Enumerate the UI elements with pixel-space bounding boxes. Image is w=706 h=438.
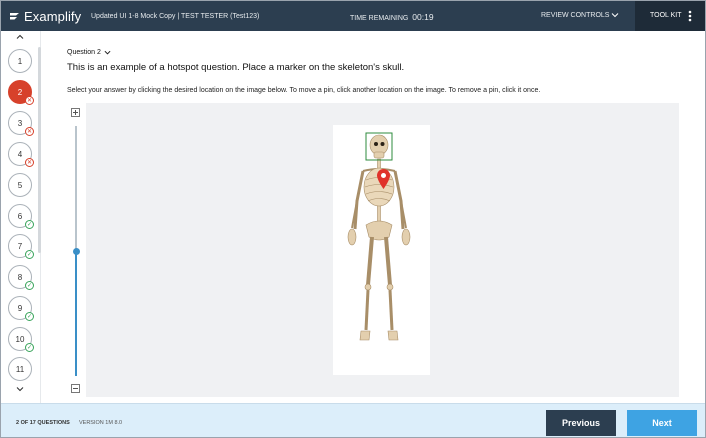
question-nav-item[interactable]: 10 ✓ bbox=[8, 327, 34, 352]
next-button[interactable]: Next bbox=[627, 410, 697, 436]
footer-bar: 2 OF 17 QUESTIONS VERSION 1M 8.0 Previou… bbox=[1, 403, 705, 437]
question-number: 4 bbox=[17, 149, 23, 159]
zoom-slider-handle[interactable] bbox=[73, 248, 80, 255]
logo: Examplify bbox=[1, 9, 87, 24]
question-prompt: This is an example of a hotspot question… bbox=[67, 62, 405, 73]
question-nav-item-current[interactable]: 2 ✕ bbox=[8, 80, 34, 105]
question-number: 2 bbox=[17, 87, 23, 97]
app-frame: Examplify Updated UI 1-8 Mock Copy | TES… bbox=[0, 0, 706, 438]
incorrect-icon: ✕ bbox=[25, 127, 34, 136]
question-number: 11 bbox=[15, 364, 25, 374]
answered-check-icon: ✓ bbox=[25, 250, 34, 259]
time-remaining: TIME REMAINING 00:19 bbox=[350, 12, 434, 22]
answered-check-icon: ✓ bbox=[25, 220, 34, 229]
zoom-in-icon[interactable] bbox=[71, 108, 80, 117]
question-number: 10 bbox=[15, 334, 25, 344]
question-number-label: Question 2 bbox=[67, 49, 101, 56]
question-number: 3 bbox=[17, 118, 23, 128]
time-remaining-label: TIME REMAINING bbox=[350, 15, 409, 22]
chevron-down-icon[interactable] bbox=[16, 385, 24, 393]
question-number: 8 bbox=[17, 272, 23, 282]
question-number: 6 bbox=[17, 211, 23, 221]
answered-check-icon: ✓ bbox=[25, 281, 34, 290]
examplify-logo-icon bbox=[10, 12, 19, 19]
answered-check-icon: ✓ bbox=[25, 312, 34, 321]
top-bar: Examplify Updated UI 1-8 Mock Copy | TES… bbox=[1, 1, 705, 31]
answered-check-icon: ✓ bbox=[25, 343, 34, 352]
review-controls-button[interactable]: REVIEW CONTROLS bbox=[541, 12, 609, 19]
chevron-down-icon bbox=[104, 50, 111, 55]
question-nav-item[interactable]: 3 ✕ bbox=[8, 111, 34, 136]
more-vertical-icon bbox=[688, 10, 692, 22]
question-progress: 2 OF 17 QUESTIONS bbox=[16, 420, 70, 426]
question-nav-item[interactable]: 11 bbox=[8, 357, 32, 381]
question-nav-item[interactable]: 1 bbox=[8, 49, 32, 73]
tool-kit-label: TOOL KIT bbox=[650, 12, 682, 19]
tool-kit-button[interactable]: TOOL KIT bbox=[635, 1, 705, 31]
question-number: 5 bbox=[17, 180, 23, 190]
question-nav-item[interactable]: 4 ✕ bbox=[8, 142, 34, 167]
question-number-dropdown[interactable]: Question 2 bbox=[67, 49, 111, 56]
navigator-scrollbar[interactable] bbox=[38, 47, 41, 253]
question-number: 1 bbox=[17, 56, 23, 66]
previous-button[interactable]: Previous bbox=[546, 410, 616, 436]
logo-text: Examplify bbox=[24, 8, 82, 24]
skeleton-image[interactable] bbox=[333, 125, 430, 375]
question-nav-item[interactable]: 8 ✓ bbox=[8, 265, 34, 290]
question-nav-item[interactable]: 5 bbox=[8, 173, 32, 197]
question-number: 9 bbox=[17, 303, 23, 313]
time-remaining-value: 00:19 bbox=[412, 12, 434, 22]
map-pin-icon[interactable] bbox=[377, 169, 390, 189]
hotspot-canvas[interactable] bbox=[86, 103, 679, 397]
zoom-slider-fill bbox=[75, 251, 77, 376]
question-nav-item[interactable]: 6 ✓ bbox=[8, 204, 34, 229]
question-navigator: 1 2 ✕ 3 ✕ 4 ✕ 5 6 ✓ 7 ✓ 8 ✓ 9 ✓ 10 ✓ 11 bbox=[1, 31, 41, 403]
incorrect-icon: ✕ bbox=[25, 158, 34, 167]
incorrect-icon: ✕ bbox=[25, 96, 34, 105]
skeleton-illustration bbox=[347, 132, 411, 341]
chevron-down-icon[interactable] bbox=[611, 11, 619, 19]
question-nav-item[interactable]: 7 ✓ bbox=[8, 234, 34, 259]
question-number: 7 bbox=[17, 241, 23, 251]
question-nav-item[interactable]: 9 ✓ bbox=[8, 296, 34, 321]
app-version: VERSION 1M 8.0 bbox=[79, 420, 123, 426]
chevron-up-icon[interactable] bbox=[16, 33, 24, 41]
exam-title: Updated UI 1-8 Mock Copy | TEST TESTER (… bbox=[91, 12, 260, 20]
zoom-out-icon[interactable] bbox=[71, 384, 80, 393]
question-instructions: Select your answer by clicking the desir… bbox=[67, 87, 541, 94]
